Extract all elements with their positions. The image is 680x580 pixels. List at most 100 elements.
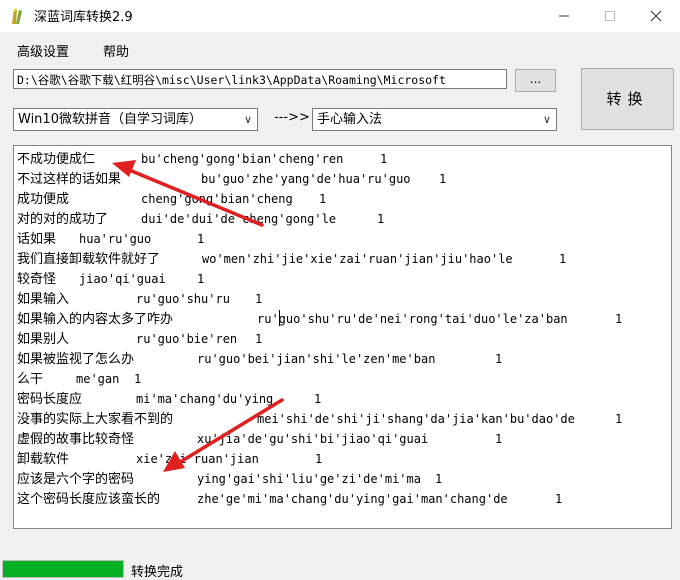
pinyin-text: mi'ma'chang'du'ying xyxy=(136,392,274,406)
progress-fill xyxy=(3,561,123,577)
word-text: 应该是六个字的密码 xyxy=(17,472,135,487)
source-path-input[interactable]: D:\谷歌\谷歌下载\红明谷\misc\User\link3\AppData\R… xyxy=(13,69,507,89)
word-text: 密码长度应 xyxy=(17,392,83,407)
list-item: 较奇怪 jiao'qi'guai 1 xyxy=(17,269,204,289)
word-text: 么干 xyxy=(17,372,44,387)
pinyin-text: mei'shi'de'shi'ji'shang'da'jia'kan'bu'da… xyxy=(257,412,575,426)
menu-advanced-settings[interactable]: 高级设置 xyxy=(17,41,69,60)
pinyin-text: wo'men'zhi'jie'xie'zai'ruan'jian'jiu'hao… xyxy=(202,252,513,266)
count-text: 1 xyxy=(255,332,263,346)
word-text: 我们直接卸载软件就好了 xyxy=(17,252,161,267)
pinyin-text: ru'guo'bei'jian'shi'le'zen'me'ban xyxy=(197,352,436,366)
list-item: 卸载软件 xie'zai'ruan'jian 1 xyxy=(17,449,322,469)
title-bar: 深蓝词库转换2.9 xyxy=(0,0,680,32)
list-item: 如果输入的内容太多了咋办 ru'guo'shu'ru'de'nei'rong'ta… xyxy=(17,309,622,329)
status-text: 转换完成 xyxy=(131,565,184,580)
count-text: 1 xyxy=(555,492,563,506)
list-item: 我们直接卸载软件就好了 wo'men'zhi'jie'xie'zai'ruan'j… xyxy=(17,249,566,269)
chevron-down-icon: ∨ xyxy=(243,113,252,126)
word-text: 话如果 xyxy=(17,232,57,247)
list-item: 成功便成 cheng'gong'bian'cheng 1 xyxy=(17,189,326,209)
word-text: 卸载软件 xyxy=(17,452,70,467)
list-item: 虚假的故事比较奇怪 xu'jia'de'gu'shi'bi'jiao'qi'gua… xyxy=(17,429,502,449)
count-text: 1 xyxy=(495,432,503,446)
pinyin-text: ying'gai'shi'liu'ge'zi'de'mi'ma xyxy=(197,472,421,486)
count-text: 1 xyxy=(197,232,205,246)
word-text: 成功便成 xyxy=(17,192,70,207)
list-item: 如果被监视了怎么办 ru'guo'bei'jian'shi'le'zen'me'b… xyxy=(17,349,502,369)
list-item: 如果输入 ru'guo'shu'ru 1 xyxy=(17,289,262,309)
list-item: 应该是六个字的密码 ying'gai'shi'liu'ge'zi'de'mi'ma… xyxy=(17,469,442,489)
convert-button[interactable]: 转换 xyxy=(581,68,674,130)
count-text: 1 xyxy=(615,312,623,326)
count-text: 1 xyxy=(319,192,327,206)
list-item: 这个密码长度应该蛮长的 zhe'ge'mi'ma'chang'du'ying'ga… xyxy=(17,489,562,509)
pinyin-text: ru'guo'bie'ren xyxy=(136,332,238,346)
word-text: 如果输入 xyxy=(17,292,70,307)
minimize-icon xyxy=(559,15,569,17)
word-text: 如果输入的内容太多了咋办 xyxy=(17,312,174,327)
source-format-select[interactable]: Win10微软拼音（自学习词库） ∨ xyxy=(13,108,258,131)
menu-bar: 高级设置 帮助 xyxy=(0,34,680,64)
list-item: 不过这样的话如果 bu'guo'zhe'yang'de'hua'ru'guo 1 xyxy=(17,169,446,189)
count-text: 1 xyxy=(377,212,385,226)
pinyin-text: bu'cheng'gong'bian'cheng'ren xyxy=(141,152,344,166)
pinyin-text: jiao'qi'guai xyxy=(79,272,166,286)
word-text: 不过这样的话如果 xyxy=(17,172,122,187)
pinyin-text: bu'guo'zhe'yang'de'hua'ru'guo xyxy=(201,172,411,186)
output-textarea[interactable]: 不成功便成仁 bu'cheng'gong'bian'cheng'ren 1 不过这样… xyxy=(13,145,672,529)
pinyin-text: ru'guo'shu'ru'de'nei'rong'tai'duo'le'za'… xyxy=(257,312,568,326)
list-item: 没事的实际上大家看不到的 mei'shi'de'shi'ji'shang'da'j… xyxy=(17,409,622,429)
conversion-arrow-label: --->> xyxy=(274,110,310,125)
count-text: 1 xyxy=(559,252,567,266)
close-icon xyxy=(650,10,662,22)
pinyin-text: xu'jia'de'gu'shi'bi'jiao'qi'guai xyxy=(197,432,429,446)
word-text: 如果别人 xyxy=(17,332,70,347)
chevron-down-icon: ∨ xyxy=(542,113,551,126)
word-text: 对的对的成功了 xyxy=(17,212,109,227)
pinyin-text: dui'de'dui'de'cheng'gong'le xyxy=(141,212,337,226)
list-item: 如果别人 ru'guo'bie'ren 1 xyxy=(17,329,262,349)
word-text: 较奇怪 xyxy=(17,272,57,287)
progress-bar xyxy=(2,560,124,578)
close-button[interactable] xyxy=(633,0,679,32)
count-text: 1 xyxy=(197,272,205,286)
pinyin-text: me'gan xyxy=(76,372,120,386)
count-text: 1 xyxy=(315,452,323,466)
maximize-button[interactable] xyxy=(587,0,633,32)
word-text: 这个密码长度应该蛮长的 xyxy=(17,492,161,507)
count-text: 1 xyxy=(435,472,443,486)
word-text: 不成功便成仁 xyxy=(17,152,96,167)
source-format-value: Win10微软拼音（自学习词库） xyxy=(18,112,202,127)
status-bar: 转换完成 xyxy=(0,558,680,580)
target-format-value: 手心输入法 xyxy=(317,112,383,127)
text-caret xyxy=(279,310,280,326)
count-text: 1 xyxy=(134,372,142,386)
count-text: 1 xyxy=(314,392,322,406)
menu-help[interactable]: 帮助 xyxy=(103,41,129,60)
pinyin-text: hua'ru'guo xyxy=(79,232,152,246)
count-text: 1 xyxy=(439,172,447,186)
pinyin-text: zhe'ge'mi'ma'chang'du'ying'gai'man'chang… xyxy=(197,492,508,506)
count-text: 1 xyxy=(495,352,503,366)
count-text: 1 xyxy=(615,412,623,426)
list-item: 密码长度应 mi'ma'chang'du'ying 1 xyxy=(17,389,321,409)
pinyin-text: ru'guo'shu'ru xyxy=(136,292,230,306)
list-item: 话如果 hua'ru'guo 1 xyxy=(17,229,204,249)
count-text: 1 xyxy=(255,292,263,306)
maximize-icon xyxy=(605,11,615,21)
list-item: 不成功便成仁 bu'cheng'gong'bian'cheng'ren 1 xyxy=(17,149,387,169)
pinyin-text: xie'zai'ruan'jian xyxy=(136,452,259,466)
list-item: 对的对的成功了 dui'de'dui'de'cheng'gong'le 1 xyxy=(17,209,384,229)
browse-button[interactable]: ... xyxy=(515,69,556,92)
minimize-button[interactable] xyxy=(541,0,587,32)
window-title: 深蓝词库转换2.9 xyxy=(34,10,133,25)
word-text: 没事的实际上大家看不到的 xyxy=(17,412,174,427)
target-format-select[interactable]: 手心输入法 ∨ xyxy=(312,108,557,131)
pinyin-text: cheng'gong'bian'cheng xyxy=(141,192,293,206)
list-item: 么干 me'gan 1 xyxy=(17,369,141,389)
app-icon xyxy=(12,9,22,24)
word-text: 如果被监视了怎么办 xyxy=(17,352,135,367)
word-text: 虚假的故事比较奇怪 xyxy=(17,432,135,447)
count-text: 1 xyxy=(380,152,388,166)
